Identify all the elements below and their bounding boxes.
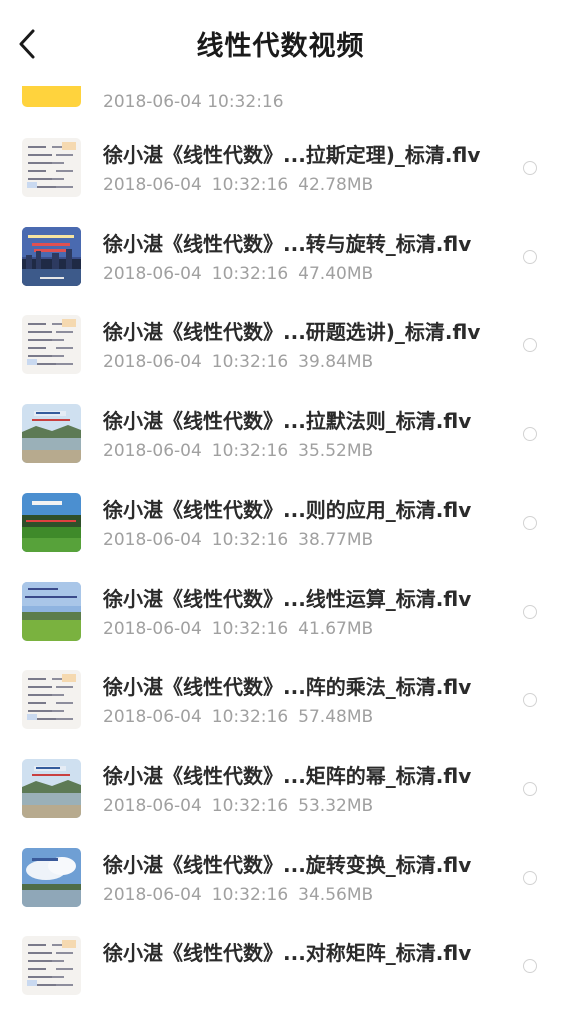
list-item[interactable]: 徐小湛《线性代数》...拉斯定理)_标清.flv 2018-06-04 10:32:… [0, 138, 561, 226]
file-date: 2018-06-04 [103, 441, 202, 462]
video-thumbnail[interactable] [22, 936, 81, 996]
file-name: 徐小湛《线性代数》...旋转变换_标清.flv [103, 852, 472, 877]
file-date: 2018-06-04 [103, 352, 202, 373]
file-time: 10:32:16 [211, 795, 289, 816]
file-meta: 2018-06-04 10:32:16 [103, 92, 284, 112]
file-time: 10:32:16 [211, 175, 289, 195]
file-meta: 2018-06-04 10:32:16 35.52MB [103, 441, 373, 461]
select-radio[interactable] [523, 693, 537, 708]
file-date: 2018-06-04 [103, 175, 202, 195]
list-item[interactable]: 徐小湛《线性代数》...线性运算_标清.flv 2018-06-04 10:32:1… [0, 581, 561, 670]
file-name: 徐小湛《线性代数》...对称矩阵_标清.flv [103, 941, 472, 966]
select-radio[interactable] [523, 870, 537, 885]
file-time: 10:32:16 [211, 263, 289, 284]
video-thumbnail[interactable] [22, 492, 81, 552]
select-radio[interactable] [523, 427, 537, 442]
file-size: 57.48MB [298, 707, 374, 728]
file-size: 47.40MB [298, 263, 374, 284]
file-name: 徐小湛《线性代数》...转与旋转_标清.flv [103, 231, 472, 256]
file-time: 10:32:16 [211, 441, 289, 462]
file-size: 39.84MB [298, 352, 374, 373]
file-time: 10:32:16 [211, 529, 289, 550]
file-date: 2018-06-04 [103, 884, 202, 905]
select-radio[interactable] [523, 338, 537, 353]
list-item[interactable]: 徐小湛《线性代数》...转与旋转_标清.flv 2018-06-04 10:32:1… [0, 226, 561, 315]
file-name: 徐小湛《线性代数》...拉默法则_标清.flv [103, 409, 472, 434]
file-date: 2018-06-04 [103, 707, 202, 728]
video-thumbnail[interactable] [22, 404, 81, 464]
select-radio[interactable] [523, 249, 537, 264]
video-thumbnail[interactable] [22, 758, 81, 818]
file-date: 2018-06-04 [103, 529, 202, 550]
video-thumbnail[interactable] [22, 315, 81, 375]
page-title: 线性代数视频 [196, 31, 365, 62]
file-name: 徐小湛《线性代数》...研题选讲)_标清.flv [103, 320, 481, 345]
video-thumbnail[interactable] [22, 86, 81, 107]
file-time: 10:32:16 [211, 884, 289, 905]
select-radio[interactable] [523, 781, 537, 796]
video-thumbnail[interactable] [22, 670, 81, 730]
file-name: 徐小湛《线性代数》...线性运算_标清.flv [103, 586, 472, 611]
file-size: 53.32MB [298, 795, 374, 816]
file-name: 徐小湛《线性代数》...阵的乘法_标清.flv [103, 675, 472, 700]
file-meta: 2018-06-04 10:32:16 38.77MB [103, 530, 373, 550]
file-date: 2018-06-04 [103, 795, 202, 816]
video-thumbnail[interactable] [22, 226, 81, 286]
file-size: 34.56MB [298, 884, 374, 905]
file-name: 徐小湛《线性代数》...拉斯定理)_标清.flv [103, 143, 481, 167]
list-item[interactable]: 徐小湛《线性代数》...对称矩阵_标清.flv [0, 936, 561, 1024]
select-radio[interactable] [523, 161, 537, 175]
file-meta: 2018-06-04 10:32:16 39.84MB [103, 352, 373, 372]
list-item[interactable]: 徐小湛《线性代数》...拉默法则_标清.flv 2018-06-04 10:32:1… [0, 404, 561, 492]
list-item[interactable]: 徐小湛《线性代数》...研题选讲)_标清.flv 2018-06-04 10:32:… [0, 315, 561, 403]
file-meta: 2018-06-04 10:32:16 57.48MB [103, 707, 373, 727]
list-item[interactable]: 徐小湛《线性代数》...则的应用_标清.flv 2018-06-04 10:32:1… [0, 492, 561, 581]
file-meta: 2018-06-04 10:32:16 41.67MB [103, 619, 373, 639]
file-date: 2018-06-04 [103, 618, 202, 639]
file-meta: 2018-06-04 10:32:16 42.78MB [103, 175, 373, 195]
file-meta: 2018-06-04 10:32:16 53.32MB [103, 796, 373, 816]
top-bar: 线性代数视频 [0, 0, 561, 86]
select-radio[interactable] [523, 604, 537, 619]
file-list: 2018-06-04 10:32:16 徐小湛《线性代数》...拉斯定理)_标清… [0, 0, 561, 996]
file-time: 10:32:16 [211, 352, 289, 373]
select-radio[interactable] [523, 515, 537, 530]
select-radio[interactable] [523, 959, 537, 974]
list-item[interactable]: 徐小湛《线性代数》...矩阵的幂_标清.flv 2018-06-04 10:32:1… [0, 758, 561, 847]
list-item[interactable]: 徐小湛《线性代数》...旋转变换_标清.flv 2018-06-04 10:32:1… [0, 847, 561, 936]
file-date: 2018-06-04 [103, 263, 202, 284]
file-size: 35.52MB [298, 441, 374, 462]
file-time: 10:32:16 [211, 707, 289, 728]
list-item[interactable]: 徐小湛《线性代数》...阵的乘法_标清.flv 2018-06-04 10:32:1… [0, 670, 561, 758]
file-meta: 2018-06-04 10:32:16 47.40MB [103, 264, 373, 284]
file-name: 徐小湛《线性代数》...则的应用_标清.flv [103, 497, 472, 522]
file-size: 38.77MB [298, 529, 374, 550]
file-size: 41.67MB [298, 618, 374, 639]
video-thumbnail[interactable] [22, 847, 81, 907]
file-name: 徐小湛《线性代数》...矩阵的幂_标清.flv [103, 763, 472, 788]
file-size: 42.78MB [298, 175, 374, 195]
video-thumbnail[interactable] [22, 581, 81, 641]
file-meta: 2018-06-04 10:32:16 34.56MB [103, 885, 373, 905]
video-thumbnail[interactable] [22, 138, 81, 197]
file-time: 10:32:16 [211, 618, 289, 639]
